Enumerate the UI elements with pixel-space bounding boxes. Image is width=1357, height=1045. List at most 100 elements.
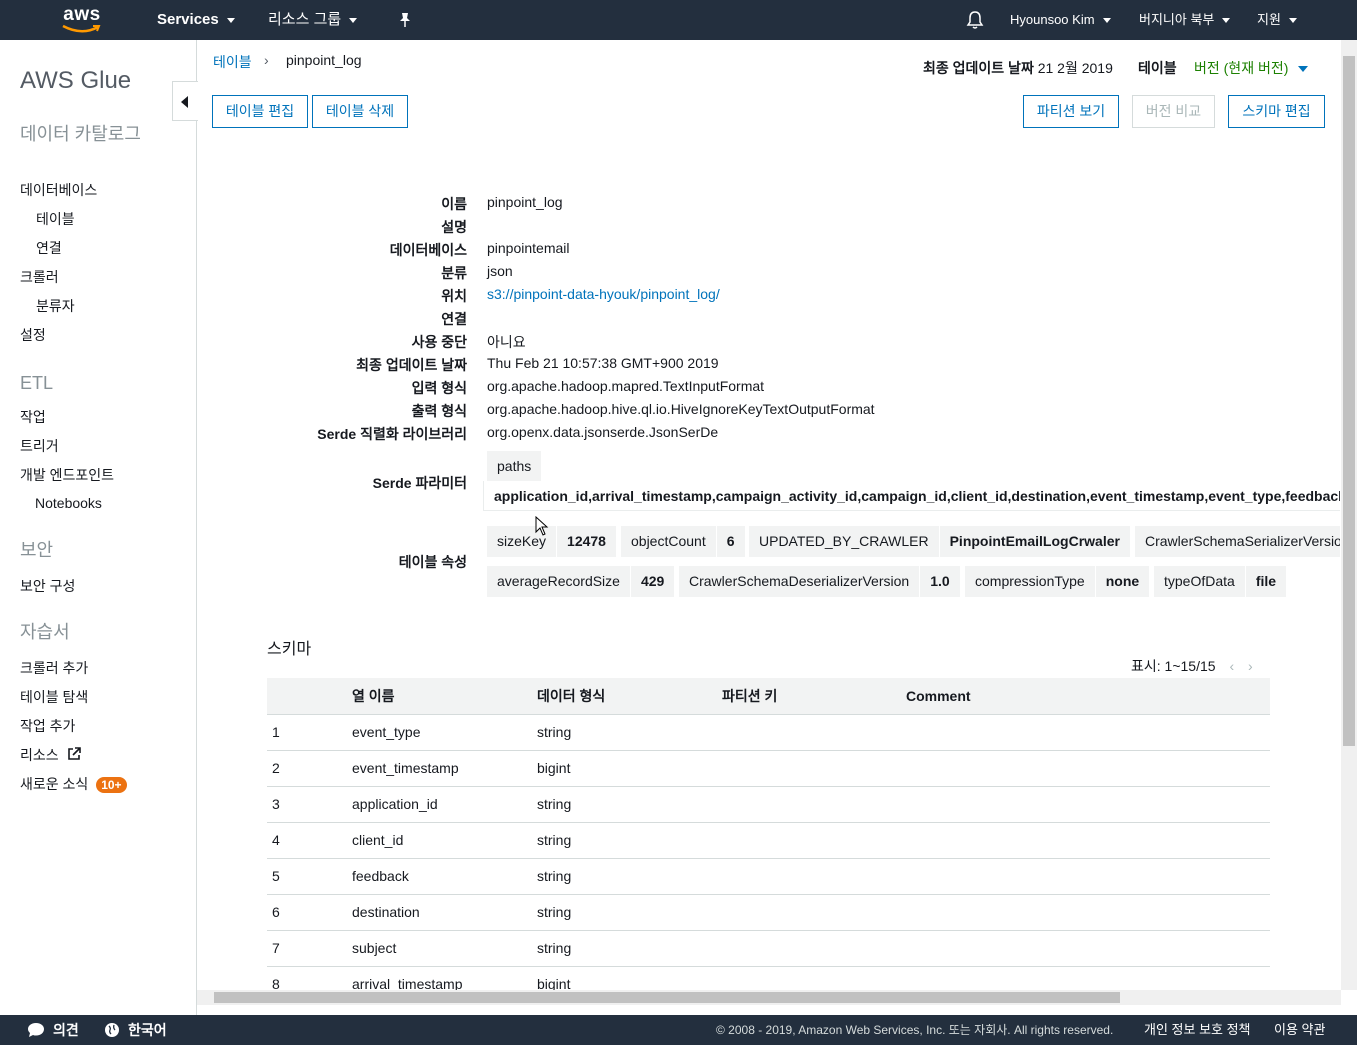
feedback-label: 의견 [53, 1022, 79, 1038]
table-property-key: CrawlerSchemaSerializerVersion [1145, 533, 1340, 549]
sidebar-item-tables[interactable]: 테이블 [36, 209, 75, 229]
user-menu[interactable]: Hyounsoo Kim [1010, 0, 1111, 40]
sidebar-section-security: 보안 [20, 540, 54, 560]
output-format-value: org.apache.hadoop.hive.ql.io.HiveIgnoreK… [487, 401, 875, 417]
sidebar-item-resources[interactable]: 리소스 [20, 745, 81, 765]
privacy-policy-link[interactable]: 개인 정보 보호 정책 [1144, 1015, 1251, 1045]
version-dropdown-label: 버전 (현재 버전) [1194, 60, 1289, 76]
row-data-type: string [537, 894, 722, 931]
row-comment [906, 858, 1270, 895]
resource-groups-menu[interactable]: 리소스 그룹 [268, 0, 358, 40]
table-property-key: typeOfData [1164, 573, 1235, 589]
sidebar-item-dev-endpoints[interactable]: 개발 엔드포인트 [20, 465, 114, 485]
name-label: 이름 [441, 196, 467, 212]
breadcrumb-tables-link[interactable]: 테이블 [213, 52, 252, 72]
database-label: 데이터베이스 [389, 242, 467, 258]
row-comment [906, 930, 1270, 967]
chevron-down-icon [226, 17, 235, 23]
table-property-key: CrawlerSchemaDeserializerVersion [689, 573, 910, 589]
sidebar-item-connections[interactable]: 연결 [36, 238, 62, 258]
chevron-left-icon[interactable]: ‹ [1229, 658, 1234, 674]
aws-logo[interactable]: aws [60, 4, 104, 36]
region-name: 버지니아 북부 [1139, 12, 1215, 27]
breadcrumb-current: pinpoint_log [286, 52, 362, 68]
region-menu[interactable]: 버지니아 북부 [1139, 0, 1231, 40]
column-header-partition-key[interactable]: 파티션 키 [722, 678, 906, 715]
compare-versions-button[interactable]: 버전 비교 [1132, 95, 1215, 128]
sidebar-item-crawlers[interactable]: 크롤러 [20, 267, 59, 287]
column-header-type[interactable]: 데이터 형식 [537, 678, 722, 715]
vertical-scrollbar[interactable] [1341, 40, 1357, 990]
row-comment [906, 786, 1270, 823]
classification-value: json [487, 263, 513, 279]
sidebar-item-databases[interactable]: 데이터베이스 [20, 180, 97, 200]
language-label: 한국어 [128, 1022, 167, 1038]
chevron-down-icon [1102, 18, 1111, 24]
delete-table-button[interactable]: 테이블 삭제 [312, 95, 408, 128]
sidebar-collapse-toggle[interactable] [172, 81, 198, 121]
table-property-chip: UPDATED_BY_CRAWLER PinpointEmailLogCrwale… [749, 526, 1130, 557]
sidebar-item-explore-table[interactable]: 테이블 탐색 [20, 687, 88, 707]
edit-table-button[interactable]: 테이블 편집 [212, 95, 308, 128]
sidebar-item-add-job[interactable]: 작업 추가 [20, 716, 75, 736]
row-data-type: string [537, 858, 722, 895]
connection-label: 연결 [441, 311, 467, 327]
row-partition-key [722, 894, 906, 931]
table-property-value: 12478 [556, 526, 616, 557]
classification-label: 분류 [441, 265, 467, 281]
resource-groups-label: 리소스 그룹 [268, 11, 342, 28]
services-menu[interactable]: Services [157, 0, 235, 40]
pin-icon[interactable] [398, 12, 412, 28]
sidebar-item-jobs[interactable]: 작업 [20, 407, 46, 427]
sidebar-item-security-config[interactable]: 보안 구성 [20, 576, 75, 596]
row-comment [906, 750, 1270, 787]
row-data-type: string [537, 930, 722, 967]
table-property-chip: averageRecordSize 429 [487, 566, 675, 597]
view-partitions-button[interactable]: 파티션 보기 [1023, 95, 1119, 128]
deprecated-value: 아니요 [487, 334, 526, 350]
language-selector[interactable]: 한국어 [104, 1015, 167, 1045]
table-property-chip: sizeKey 12478 [487, 526, 616, 557]
row-column-name: destination [352, 894, 537, 931]
location-label: 위치 [441, 288, 467, 304]
whats-new-badge: 10+ [96, 777, 127, 794]
version-dropdown[interactable]: 버전 (현재 버전) [1194, 58, 1309, 78]
serde-params-label: Serde 파라미터 [372, 475, 467, 491]
sidebar-title[interactable]: AWS Glue [20, 67, 131, 95]
sidebar-item-notebooks[interactable]: Notebooks [35, 495, 102, 511]
table-property-value: 6 [715, 526, 745, 557]
support-menu[interactable]: 지원 [1257, 0, 1297, 40]
input-format-label: 입력 형식 [411, 380, 467, 396]
row-index: 1 [267, 714, 352, 751]
row-data-type: string [537, 714, 722, 751]
sidebar-item-classifiers[interactable]: 분류자 [36, 296, 75, 316]
schema-table: 열 이름 데이터 형식 파티션 키 Comment 1 event_type str… [267, 678, 1270, 1003]
sidebar-item-whats-new[interactable]: 새로운 소식 10+ [20, 774, 127, 794]
location-link[interactable]: s3://pinpoint-data-hyouk/pinpoint_log/ [487, 286, 720, 302]
sidebar-item-settings[interactable]: 설정 [20, 325, 46, 345]
globe-icon [105, 1023, 119, 1037]
table-property-chip: CrawlerSchemaSerializerVersion [1135, 526, 1340, 557]
chevron-right-icon[interactable]: › [1248, 658, 1253, 674]
bell-icon[interactable] [966, 10, 984, 30]
table-property-key: objectCount [631, 533, 706, 549]
serde-param-value: application_id,arrival_timestamp,campaig… [483, 481, 1340, 511]
column-header-name[interactable]: 열 이름 [352, 678, 537, 715]
table-properties-label: 테이블 속성 [398, 554, 467, 570]
schema-header-row: 열 이름 데이터 형식 파티션 키 Comment [267, 678, 1270, 715]
edit-schema-button[interactable]: 스키마 편집 [1228, 95, 1325, 128]
deprecated-label: 사용 중단 [411, 334, 467, 350]
sidebar-item-triggers[interactable]: 트리거 [20, 436, 59, 456]
footer: 의견 한국어 © 2008 - 2019, Amazon Web Service… [0, 1015, 1357, 1045]
terms-of-use-link[interactable]: 이용 약관 [1274, 1015, 1325, 1045]
horizontal-scrollbar[interactable] [197, 990, 1341, 1005]
table-row: 3 application_id string [267, 786, 1270, 823]
column-header-comment[interactable]: Comment [906, 678, 1270, 715]
sidebar-item-add-crawler[interactable]: 크롤러 추가 [20, 658, 88, 678]
row-column-name: application_id [352, 786, 537, 823]
table-version-label: 테이블 [1138, 60, 1177, 76]
feedback-link[interactable]: 의견 [27, 1015, 79, 1045]
table-property-chip: objectCount 6 [621, 526, 745, 557]
horizontal-scrollbar-thumb[interactable] [214, 992, 1120, 1003]
vertical-scrollbar-thumb[interactable] [1343, 56, 1355, 746]
